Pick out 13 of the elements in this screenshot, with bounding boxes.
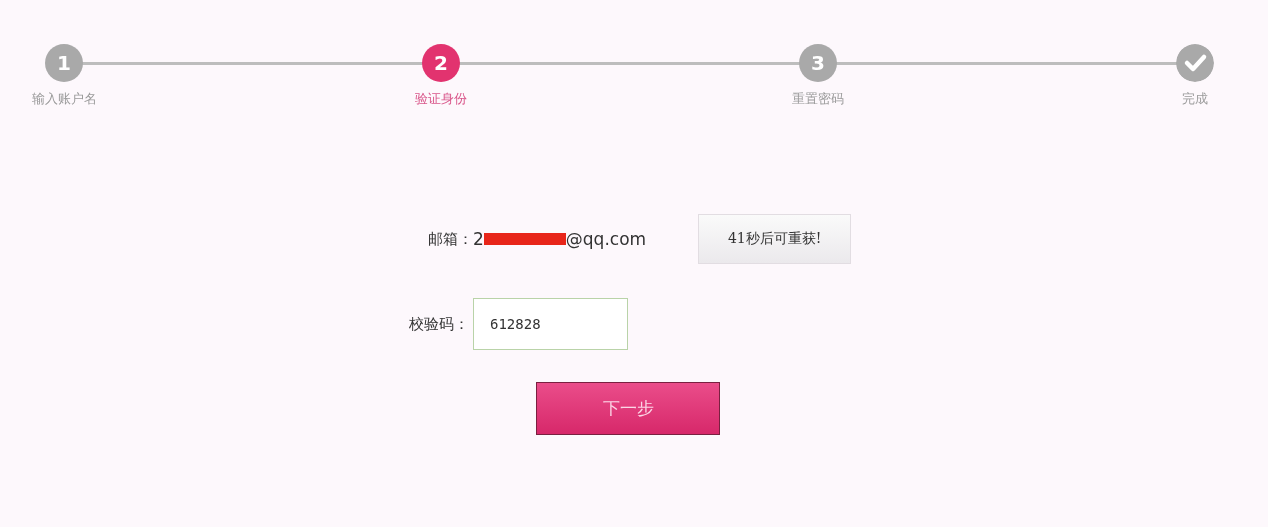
code-label: 校验码：	[409, 314, 469, 334]
step-label: 输入账户名	[31, 90, 97, 108]
step-number: 2	[422, 44, 460, 82]
email-address-start: 2	[473, 229, 484, 249]
email-address-end: @qq.com	[565, 229, 647, 249]
email-label: 邮箱：	[428, 229, 473, 249]
step-label: 完成	[1182, 90, 1208, 108]
step-number: 3	[799, 44, 837, 82]
code-input-field[interactable]: 612828	[473, 298, 628, 350]
step-label: 重置密码	[792, 90, 844, 108]
step-label: 验证身份	[415, 90, 467, 108]
step-number: 1	[45, 44, 83, 82]
resend-button[interactable]: 41秒后可重获!	[698, 214, 852, 264]
